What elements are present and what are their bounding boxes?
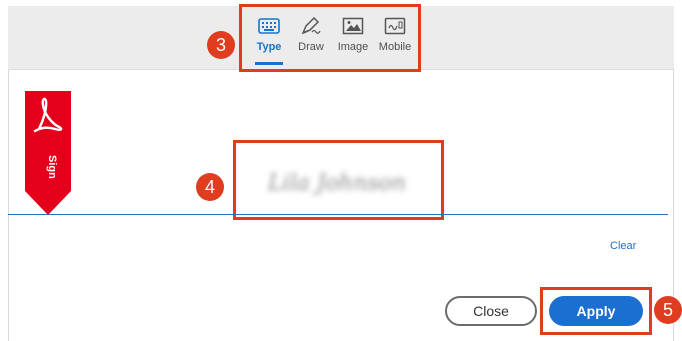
callout-box-tabs [239, 4, 421, 72]
callout-badge-tabs: 3 [207, 31, 235, 59]
apply-button[interactable]: Apply [549, 296, 643, 326]
signature-baseline [8, 214, 668, 215]
close-button[interactable]: Close [445, 296, 537, 326]
callout-badge-signature: 4 [196, 173, 224, 201]
callout-badge-apply: 5 [654, 296, 682, 324]
clear-link[interactable]: Clear [610, 240, 636, 252]
signature-input[interactable]: Lila Johnson [236, 150, 438, 216]
sign-ribbon-label: Sign [46, 155, 58, 179]
